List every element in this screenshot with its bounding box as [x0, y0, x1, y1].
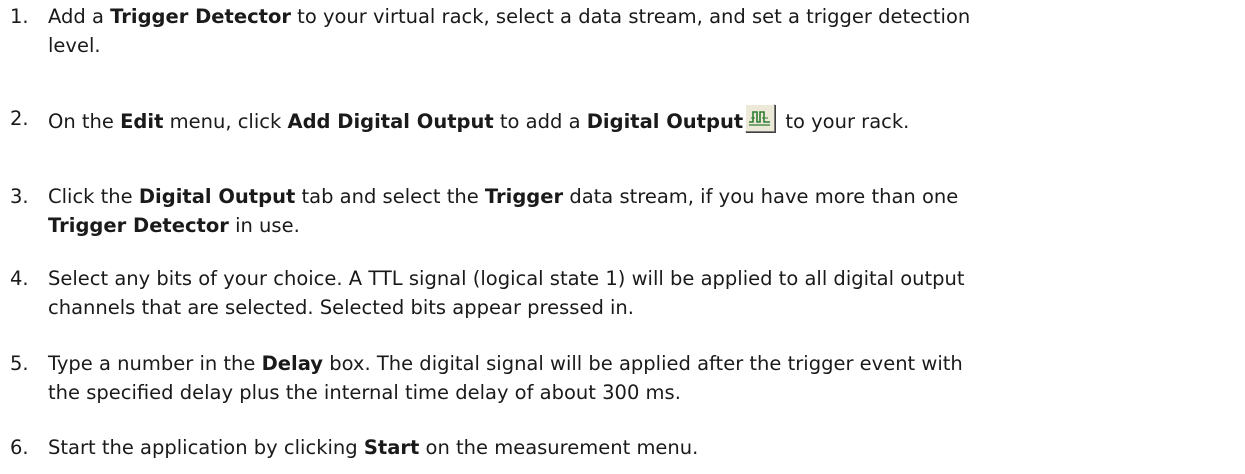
step-number: 2.: [10, 107, 29, 130]
step-number: 4.: [10, 267, 29, 290]
ui-term: Edit: [120, 110, 164, 133]
ui-term: Trigger: [484, 185, 564, 208]
step-text: Click the Digital Output tab and select …: [48, 185, 959, 237]
ui-term: Delay: [261, 352, 323, 375]
ui-term: Trigger Detector: [48, 214, 229, 237]
step-text: Type a number in the Delay box. The digi…: [48, 352, 963, 404]
step-number: 6.: [10, 436, 29, 459]
step-number: 3.: [10, 185, 29, 208]
ui-term: Add Digital Output: [287, 110, 494, 133]
step-text: Add a Trigger Detector to your virtual r…: [48, 5, 971, 57]
digital-output-icon: [745, 104, 776, 132]
step-text: Select any bits of your choice. A TTL si…: [48, 267, 965, 319]
ui-term: Digital Output: [138, 185, 296, 208]
instruction-steps: 1. Add a Trigger Detector to your virtua…: [0, 0, 1245, 474]
step-number: 1.: [10, 5, 29, 28]
ui-term: Start: [363, 436, 420, 459]
ui-term: Trigger Detector: [110, 5, 291, 28]
ui-term: Digital Output: [586, 110, 744, 133]
step-text: Start the application by clicking Start …: [48, 436, 699, 459]
step-number: 5.: [10, 352, 29, 375]
step-text: On the Edit menu, click Add Digital Outp…: [48, 104, 1228, 136]
